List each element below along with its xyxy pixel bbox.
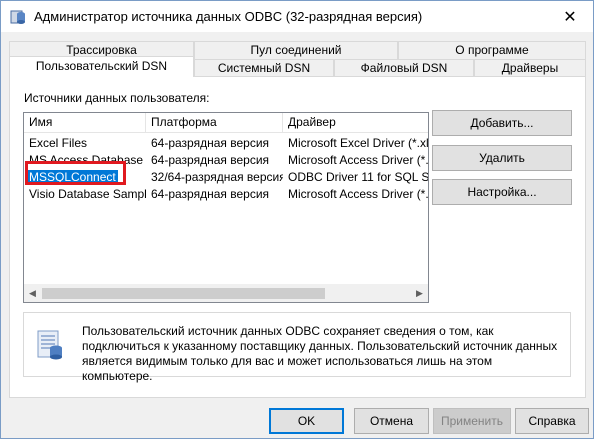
title-bar: Администратор источника данных ODBC (32-… <box>1 1 593 32</box>
scroll-right-icon[interactable]: ▶ <box>411 285 428 302</box>
column-name[interactable]: Имя <box>24 113 146 132</box>
tab-drivers[interactable]: Драйверы <box>474 59 586 77</box>
row-platform: 64-разрядная версия <box>151 136 270 150</box>
row-driver: Microsoft Access Driver (*.m <box>288 187 429 201</box>
configure-button[interactable]: Настройка... <box>432 179 572 205</box>
tab-about[interactable]: О программе <box>398 41 586 59</box>
row-platform: 64-разрядная версия <box>151 153 270 167</box>
list-header: Имя Платформа Драйвер <box>24 113 428 133</box>
add-button[interactable]: Добавить... <box>432 110 572 136</box>
table-row[interactable]: Visio Database Samples 64-разрядная верс… <box>24 186 428 203</box>
row-driver: ODBC Driver 11 for SQL Se <box>288 170 429 184</box>
info-box: Пользовательский источник данных ODBC со… <box>23 312 571 383</box>
scroll-left-icon[interactable]: ◀ <box>24 285 41 302</box>
window-title: Администратор источника данных ODBC (32-… <box>34 9 423 24</box>
row-platform: 32/64-разрядная версия <box>151 170 283 184</box>
tab-connection-pooling[interactable]: Пул соединений <box>194 41 398 59</box>
odbc-admin-window: Администратор источника данных ODBC (32-… <box>0 0 594 439</box>
row-name: Excel Files <box>29 136 88 150</box>
column-platform[interactable]: Платформа <box>146 113 283 132</box>
odbc-datasource-icon <box>37 330 62 360</box>
data-sources-list[interactable]: Имя Платформа Драйвер Excel Files 64-раз… <box>23 112 429 303</box>
column-driver[interactable]: Драйвер <box>283 113 428 132</box>
annotation-highlight-box <box>25 161 126 185</box>
horizontal-scrollbar[interactable]: ◀ ▶ <box>24 284 428 302</box>
odbc-app-icon <box>10 10 25 24</box>
table-row[interactable]: Excel Files 64-разрядная версия Microsof… <box>24 135 428 152</box>
cancel-button[interactable]: Отмена <box>354 408 429 434</box>
tab-system-dsn[interactable]: Системный DSN <box>194 59 334 77</box>
close-icon[interactable]: ✕ <box>547 1 593 32</box>
row-name: Visio Database Samples <box>29 187 146 201</box>
help-button[interactable]: Справка <box>515 408 589 434</box>
tab-file-dsn[interactable]: Файловый DSN <box>334 59 474 77</box>
row-driver: Microsoft Access Driver (*.m <box>288 153 429 167</box>
remove-button[interactable]: Удалить <box>432 145 572 171</box>
ok-button[interactable]: OK <box>269 408 344 434</box>
tab-user-dsn[interactable]: Пользовательский DSN <box>9 56 194 77</box>
row-driver: Microsoft Excel Driver (*.xls <box>288 136 429 150</box>
apply-button[interactable]: Применить <box>433 408 511 434</box>
user-data-sources-label: Источники данных пользователя: <box>24 91 210 105</box>
row-platform: 64-разрядная версия <box>151 187 270 201</box>
info-text: Пользовательский источник данных ODBC со… <box>82 324 558 383</box>
scrollbar-thumb[interactable] <box>42 288 325 299</box>
user-dsn-panel: Источники данных пользователя: Имя Платф… <box>9 76 586 398</box>
